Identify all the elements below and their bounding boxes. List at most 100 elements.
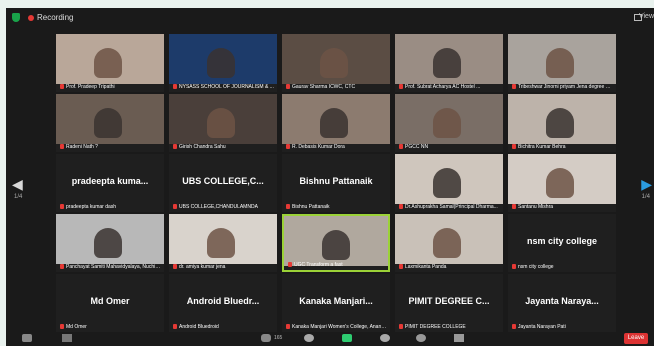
security-shield-icon[interactable] bbox=[12, 13, 20, 22]
participant-tile[interactable]: Bichitra Kumar Behra bbox=[508, 94, 616, 152]
muted-mic-icon bbox=[173, 264, 177, 270]
participant-display-name: nsm city college bbox=[526, 236, 598, 246]
muted-mic-icon bbox=[173, 204, 177, 210]
participant-silhouette bbox=[94, 228, 122, 258]
participant-video bbox=[169, 214, 277, 264]
participant-video bbox=[282, 34, 390, 84]
participant-name-label: Gaurav Sharma ICWC, CTC bbox=[286, 84, 388, 90]
participant-name: dr. amiya kumar jena bbox=[179, 264, 226, 270]
participant-display-name: UBS COLLEGE,C... bbox=[182, 176, 264, 186]
participant-name: Md Omer bbox=[66, 324, 87, 330]
participant-name: Radeni Nath ? bbox=[66, 144, 98, 150]
muted-mic-icon bbox=[173, 84, 177, 90]
participant-display-name: PIMIT DEGREE C... bbox=[408, 296, 490, 306]
participant-name-label: PIMIT DEGREE COLLEGE bbox=[399, 324, 501, 330]
participant-tile[interactable]: Md Omer Md Omer bbox=[56, 274, 164, 332]
participant-name: NYSASS SCHOOL OF JOURNALISM & ... bbox=[179, 84, 274, 90]
participant-tile[interactable]: Santanu Mishra bbox=[508, 154, 616, 212]
participant-silhouette bbox=[207, 228, 235, 258]
participant-silhouette bbox=[546, 48, 574, 78]
muted-mic-icon bbox=[512, 84, 516, 90]
participant-name-label: dr. amiya kumar jena bbox=[173, 264, 275, 270]
next-page-icon[interactable]: ▶ bbox=[641, 176, 652, 193]
video-icon[interactable] bbox=[62, 334, 72, 342]
participant-tile[interactable]: Kanaka Manjari... Kanaka Manjari Women's … bbox=[282, 274, 390, 332]
participant-tile[interactable]: Bishnu Pattanaik Bishnu Pattanaik bbox=[282, 154, 390, 212]
participant-tile[interactable]: Android Bluedr... Android Bluedroid bbox=[169, 274, 277, 332]
participants-count: 165 bbox=[274, 335, 283, 341]
recording-dot-icon bbox=[28, 15, 34, 21]
participant-tile[interactable]: pradeepta kuma... pradeepta kumar dash bbox=[56, 154, 164, 212]
muted-mic-icon bbox=[60, 144, 64, 150]
participant-tile[interactable]: Dr.Ashuprakha Samal(Principal Dharma... bbox=[395, 154, 503, 212]
participant-video bbox=[395, 94, 503, 144]
participant-name: Android Bluedroid bbox=[179, 324, 219, 330]
participant-name-label: Laxmikanta Panda bbox=[399, 264, 501, 270]
muted-mic-icon bbox=[512, 324, 516, 330]
muted-mic-icon bbox=[512, 144, 516, 150]
participant-name: Bichitra Kumar Behra bbox=[518, 144, 566, 150]
participant-tile[interactable]: Jayanta Naraya... Jayanta Narayan Pati bbox=[508, 274, 616, 332]
participant-name-label: Android Bluedroid bbox=[173, 324, 275, 330]
participant-silhouette bbox=[546, 108, 574, 138]
participant-video bbox=[284, 216, 388, 266]
participant-video bbox=[508, 154, 616, 204]
participant-tile[interactable]: UBS COLLEGE,C... UBS COLLEGE,CHANDULAMNDA bbox=[169, 154, 277, 212]
participant-name-label: Girish Chandra Sahu bbox=[173, 144, 275, 150]
participant-tile[interactable]: UGC Transform a fast bbox=[282, 214, 390, 272]
prev-page-icon[interactable]: ◀ bbox=[12, 176, 23, 193]
participant-tile[interactable]: Tribeshwar Jinorni priyam Jena degree Co… bbox=[508, 34, 616, 92]
participant-silhouette bbox=[207, 108, 235, 138]
participant-silhouette bbox=[94, 108, 122, 138]
participant-tile[interactable]: Laxmikanta Panda bbox=[395, 214, 503, 272]
participant-tile[interactable]: dr. amiya kumar jena bbox=[169, 214, 277, 272]
participant-tile[interactable]: PIMIT DEGREE C... PIMIT DEGREE COLLEGE bbox=[395, 274, 503, 332]
top-bar: Recording View bbox=[6, 8, 654, 28]
participant-tile[interactable]: Gaurav Sharma ICWC, CTC bbox=[282, 34, 390, 92]
chat-icon[interactable] bbox=[304, 334, 314, 342]
participant-name-label: NYSASS SCHOOL OF JOURNALISM & ... bbox=[173, 84, 275, 90]
participant-tile[interactable]: Prof. Pradeep Tripathi bbox=[56, 34, 164, 92]
participant-display-name: Jayanta Naraya... bbox=[525, 296, 599, 306]
record-icon[interactable] bbox=[380, 334, 390, 342]
muted-mic-icon bbox=[399, 84, 403, 90]
reactions-icon[interactable] bbox=[416, 334, 426, 342]
leave-button[interactable]: Leave bbox=[624, 333, 648, 344]
view-label[interactable]: View bbox=[639, 13, 654, 20]
participant-tile[interactable]: PGCC NN bbox=[395, 94, 503, 152]
share-screen-icon[interactable] bbox=[342, 334, 352, 342]
participant-name-label: Tribeshwar Jinorni priyam Jena degree Co… bbox=[512, 84, 614, 90]
participant-tile[interactable]: Radeni Nath ? bbox=[56, 94, 164, 152]
participant-tile[interactable]: R. Debasis Kumar Dora bbox=[282, 94, 390, 152]
participant-name-label: pradeepta kumar dash bbox=[60, 204, 162, 210]
participant-tile[interactable]: Prof. Subrat Acharya AC Hostel ... bbox=[395, 34, 503, 92]
participant-tile[interactable]: Panchayat Samiti Mahavidyalaya, Nuchinta… bbox=[56, 214, 164, 272]
muted-mic-icon bbox=[286, 324, 290, 330]
participant-name: Prof. Pradeep Tripathi bbox=[66, 84, 115, 90]
muted-mic-icon bbox=[60, 204, 64, 210]
participant-tile[interactable]: Girish Chandra Sahu bbox=[169, 94, 277, 152]
participant-display-name: Kanaka Manjari... bbox=[299, 296, 373, 306]
participant-name: PIMIT DEGREE COLLEGE bbox=[405, 324, 466, 330]
muted-mic-icon bbox=[286, 204, 290, 210]
participant-name-label: R. Debasis Kumar Dora bbox=[286, 144, 388, 150]
participant-tile[interactable]: nsm city college nsm city college bbox=[508, 214, 616, 272]
participant-video bbox=[56, 214, 164, 264]
bottom-toolbar: 165 Leave bbox=[6, 332, 654, 346]
participant-tile[interactable]: NYSASS SCHOOL OF JOURNALISM & ... bbox=[169, 34, 277, 92]
participant-name-label: Prof. Subrat Acharya AC Hostel ... bbox=[399, 84, 501, 90]
participants-icon[interactable] bbox=[261, 334, 271, 342]
more-icon[interactable] bbox=[454, 334, 464, 342]
muted-mic-icon bbox=[512, 264, 516, 270]
participant-name: pradeepta kumar dash bbox=[66, 204, 117, 210]
muted-mic-icon bbox=[173, 144, 177, 150]
participant-video bbox=[56, 94, 164, 144]
mute-icon[interactable] bbox=[22, 334, 32, 342]
muted-mic-icon bbox=[399, 264, 403, 270]
participant-name: Bishnu Pattanaik bbox=[292, 204, 330, 210]
participant-display-name: Md Omer bbox=[90, 296, 130, 306]
participant-silhouette bbox=[433, 108, 461, 138]
participant-silhouette bbox=[433, 48, 461, 78]
muted-mic-icon bbox=[512, 204, 516, 210]
participant-silhouette bbox=[546, 168, 574, 198]
